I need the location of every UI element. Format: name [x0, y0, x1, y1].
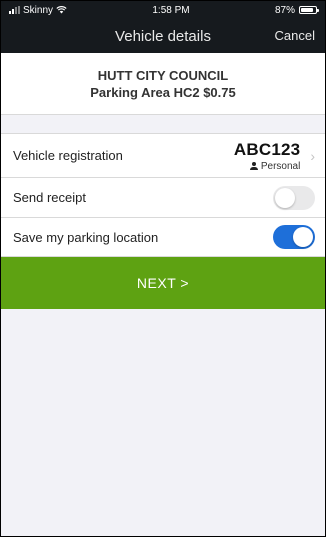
- council-name: HUTT CITY COUNCIL: [97, 67, 229, 83]
- toggle-knob: [275, 187, 295, 208]
- send-receipt-toggle[interactable]: [273, 185, 315, 210]
- vehicle-registration-value: ABC123 Personal ›: [234, 140, 315, 172]
- wifi-icon: [56, 6, 67, 14]
- vehicle-registration-row[interactable]: Vehicle registration ABC123 Personal ›: [1, 133, 325, 177]
- section-spacer: [1, 115, 325, 133]
- cancel-button[interactable]: Cancel: [275, 28, 315, 43]
- carrier-label: Skinny: [23, 4, 54, 16]
- send-receipt-label: Send receipt: [13, 190, 86, 205]
- save-location-toggle[interactable]: [273, 225, 315, 249]
- vehicle-registration-label: Vehicle registration: [13, 148, 123, 163]
- battery-level-fill: [301, 8, 314, 12]
- battery-percent: 87%: [274, 4, 295, 16]
- save-location-row: Save my parking location: [1, 217, 325, 257]
- status-right: 87%: [274, 4, 319, 16]
- toggle-knob: [293, 227, 313, 247]
- status-time: 1:58 PM: [152, 4, 190, 16]
- app-screen: Skinny 1:58 PM 87% Vehicle details Cance…: [0, 0, 326, 537]
- send-receipt-row: Send receipt: [1, 177, 325, 217]
- next-button[interactable]: NEXT >: [1, 257, 325, 309]
- nav-bar: Vehicle details Cancel: [1, 19, 325, 53]
- chevron-right-icon: ›: [310, 147, 315, 164]
- vehicle-type: Personal: [249, 160, 301, 172]
- person-icon: [249, 162, 258, 170]
- next-button-label: NEXT >: [136, 275, 190, 291]
- status-left: Skinny: [9, 5, 67, 16]
- vehicle-details: ABC123 Personal: [234, 140, 300, 172]
- parking-area: Parking Area HC2 $0.75: [90, 84, 236, 100]
- parking-header: HUTT CITY COUNCIL Parking Area HC2 $0.75: [1, 53, 325, 115]
- page-title: Vehicle details: [115, 27, 211, 45]
- battery-icon: [299, 6, 319, 14]
- save-location-label: Save my parking location: [13, 229, 159, 245]
- vehicle-plate: ABC123: [233, 139, 301, 159]
- status-bar: Skinny 1:58 PM 87%: [1, 1, 325, 19]
- signal-icon: [9, 6, 20, 14]
- vehicle-type-label: Personal: [260, 160, 301, 172]
